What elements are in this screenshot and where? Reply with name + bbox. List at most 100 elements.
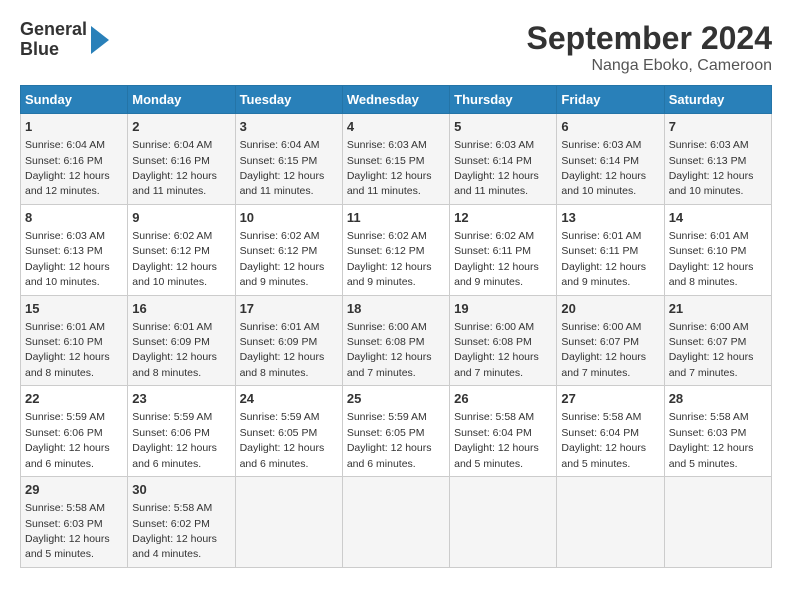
day-number: 11	[347, 209, 445, 227]
day-number: 23	[132, 390, 230, 408]
calendar-day-cell: 22 Sunrise: 5:59 AMSunset: 6:06 PMDayligh…	[21, 386, 128, 477]
calendar-day-cell: 3 Sunrise: 6:04 AMSunset: 6:15 PMDaylight…	[235, 114, 342, 205]
calendar-day-cell	[664, 477, 771, 568]
day-number: 22	[25, 390, 123, 408]
calendar-day-cell	[557, 477, 664, 568]
day-number: 27	[561, 390, 659, 408]
day-number: 13	[561, 209, 659, 227]
day-info: Sunrise: 6:03 AMSunset: 6:14 PMDaylight:…	[454, 139, 539, 197]
day-info: Sunrise: 5:58 AMSunset: 6:03 PMDaylight:…	[669, 411, 754, 469]
calendar-week-row: 8Sunrise: 6:03 AMSunset: 6:13 PMDaylight…	[21, 204, 772, 295]
day-info: Sunrise: 5:58 AMSunset: 6:04 PMDaylight:…	[561, 411, 646, 469]
logo-text: General Blue	[20, 20, 87, 60]
calendar-day-cell	[235, 477, 342, 568]
weekday-header-saturday: Saturday	[664, 86, 771, 114]
day-info: Sunrise: 6:03 AMSunset: 6:13 PMDaylight:…	[669, 139, 754, 197]
day-info: Sunrise: 6:04 AMSunset: 6:15 PMDaylight:…	[240, 139, 325, 197]
day-info: Sunrise: 6:00 AMSunset: 6:07 PMDaylight:…	[561, 321, 646, 379]
calendar-day-cell: 20Sunrise: 6:00 AMSunset: 6:07 PMDayligh…	[557, 295, 664, 386]
logo: General Blue	[20, 20, 109, 60]
calendar-day-cell: 28Sunrise: 5:58 AMSunset: 6:03 PMDayligh…	[664, 386, 771, 477]
calendar-week-row: 29 Sunrise: 5:58 AMSunset: 6:03 PMDayligh…	[21, 477, 772, 568]
logo-line1: General	[20, 20, 87, 40]
day-number: 26	[454, 390, 552, 408]
calendar-day-cell: 13 Sunrise: 6:01 AMSunset: 6:11 PMDayligh…	[557, 204, 664, 295]
day-info: Sunrise: 6:01 AMSunset: 6:10 PMDaylight:…	[669, 230, 754, 288]
weekday-header-wednesday: Wednesday	[342, 86, 449, 114]
day-info: Sunrise: 6:02 AMSunset: 6:12 PMDaylight:…	[347, 230, 432, 288]
calendar-day-cell: 14 Sunrise: 6:01 AMSunset: 6:10 PMDayligh…	[664, 204, 771, 295]
day-info: Sunrise: 5:59 AMSunset: 6:06 PMDaylight:…	[25, 411, 110, 469]
day-info: Sunrise: 5:59 AMSunset: 6:05 PMDaylight:…	[347, 411, 432, 469]
calendar-day-cell: 27 Sunrise: 5:58 AMSunset: 6:04 PMDayligh…	[557, 386, 664, 477]
calendar-day-cell	[342, 477, 449, 568]
calendar-day-cell: 18 Sunrise: 6:00 AMSunset: 6:08 PMDayligh…	[342, 295, 449, 386]
calendar-day-cell: 9 Sunrise: 6:02 AMSunset: 6:12 PMDaylight…	[128, 204, 235, 295]
day-info: Sunrise: 6:03 AMSunset: 6:15 PMDaylight:…	[347, 139, 432, 197]
day-info: Sunrise: 6:01 AMSunset: 6:11 PMDaylight:…	[561, 230, 646, 288]
day-number: 24	[240, 390, 338, 408]
calendar-day-cell: 1 Sunrise: 6:04 AMSunset: 6:16 PMDaylight…	[21, 114, 128, 205]
day-info: Sunrise: 6:01 AMSunset: 6:10 PMDaylight:…	[25, 321, 110, 379]
day-info: Sunrise: 6:04 AMSunset: 6:16 PMDaylight:…	[132, 139, 217, 197]
calendar-table: SundayMondayTuesdayWednesdayThursdayFrid…	[20, 85, 772, 568]
calendar-week-row: 15 Sunrise: 6:01 AMSunset: 6:10 PMDayligh…	[21, 295, 772, 386]
day-info: Sunrise: 6:00 AMSunset: 6:08 PMDaylight:…	[454, 321, 539, 379]
weekday-header-sunday: Sunday	[21, 86, 128, 114]
day-number: 2	[132, 118, 230, 136]
day-info: Sunrise: 5:59 AMSunset: 6:05 PMDaylight:…	[240, 411, 325, 469]
calendar-header: SundayMondayTuesdayWednesdayThursdayFrid…	[21, 86, 772, 114]
calendar-day-cell: 8Sunrise: 6:03 AMSunset: 6:13 PMDaylight…	[21, 204, 128, 295]
weekday-header-thursday: Thursday	[450, 86, 557, 114]
calendar-day-cell	[450, 477, 557, 568]
day-info: Sunrise: 6:02 AMSunset: 6:12 PMDaylight:…	[132, 230, 217, 288]
day-number: 29	[25, 481, 123, 499]
day-number: 10	[240, 209, 338, 227]
day-number: 3	[240, 118, 338, 136]
calendar-day-cell: 29 Sunrise: 5:58 AMSunset: 6:03 PMDayligh…	[21, 477, 128, 568]
day-number: 4	[347, 118, 445, 136]
weekday-header-row: SundayMondayTuesdayWednesdayThursdayFrid…	[21, 86, 772, 114]
day-number: 15	[25, 300, 123, 318]
weekday-header-tuesday: Tuesday	[235, 86, 342, 114]
day-info: Sunrise: 5:58 AMSunset: 6:02 PMDaylight:…	[132, 502, 217, 560]
day-info: Sunrise: 6:01 AMSunset: 6:09 PMDaylight:…	[132, 321, 217, 379]
calendar-day-cell: 17 Sunrise: 6:01 AMSunset: 6:09 PMDayligh…	[235, 295, 342, 386]
calendar-day-cell: 7 Sunrise: 6:03 AMSunset: 6:13 PMDaylight…	[664, 114, 771, 205]
day-number: 14	[669, 209, 767, 227]
calendar-body: 1 Sunrise: 6:04 AMSunset: 6:16 PMDaylight…	[21, 114, 772, 568]
calendar-title: September 2024	[527, 20, 772, 57]
day-number: 9	[132, 209, 230, 227]
day-number: 12	[454, 209, 552, 227]
day-info: Sunrise: 5:58 AMSunset: 6:03 PMDaylight:…	[25, 502, 110, 560]
day-info: Sunrise: 5:58 AMSunset: 6:04 PMDaylight:…	[454, 411, 539, 469]
calendar-day-cell: 15 Sunrise: 6:01 AMSunset: 6:10 PMDayligh…	[21, 295, 128, 386]
day-number: 25	[347, 390, 445, 408]
calendar-day-cell: 5Sunrise: 6:03 AMSunset: 6:14 PMDaylight…	[450, 114, 557, 205]
calendar-day-cell: 10 Sunrise: 6:02 AMSunset: 6:12 PMDayligh…	[235, 204, 342, 295]
day-info: Sunrise: 6:01 AMSunset: 6:09 PMDaylight:…	[240, 321, 325, 379]
weekday-header-friday: Friday	[557, 86, 664, 114]
title-block: September 2024 Nanga Eboko, Cameroon	[527, 20, 772, 75]
day-info: Sunrise: 5:59 AMSunset: 6:06 PMDaylight:…	[132, 411, 217, 469]
day-number: 19	[454, 300, 552, 318]
day-number: 18	[347, 300, 445, 318]
day-number: 7	[669, 118, 767, 136]
calendar-week-row: 22 Sunrise: 5:59 AMSunset: 6:06 PMDayligh…	[21, 386, 772, 477]
page-header: General Blue September 2024 Nanga Eboko,…	[20, 20, 772, 75]
day-info: Sunrise: 6:00 AMSunset: 6:08 PMDaylight:…	[347, 321, 432, 379]
calendar-day-cell: 21Sunrise: 6:00 AMSunset: 6:07 PMDayligh…	[664, 295, 771, 386]
day-number: 6	[561, 118, 659, 136]
day-number: 8	[25, 209, 123, 227]
calendar-day-cell: 19 Sunrise: 6:00 AMSunset: 6:08 PMDayligh…	[450, 295, 557, 386]
weekday-header-monday: Monday	[128, 86, 235, 114]
day-number: 1	[25, 118, 123, 136]
day-info: Sunrise: 6:02 AMSunset: 6:11 PMDaylight:…	[454, 230, 539, 288]
day-info: Sunrise: 6:04 AMSunset: 6:16 PMDaylight:…	[25, 139, 110, 197]
calendar-day-cell: 26 Sunrise: 5:58 AMSunset: 6:04 PMDayligh…	[450, 386, 557, 477]
day-info: Sunrise: 6:00 AMSunset: 6:07 PMDaylight:…	[669, 321, 754, 379]
calendar-day-cell: 12 Sunrise: 6:02 AMSunset: 6:11 PMDayligh…	[450, 204, 557, 295]
day-number: 17	[240, 300, 338, 318]
day-info: Sunrise: 6:02 AMSunset: 6:12 PMDaylight:…	[240, 230, 325, 288]
calendar-day-cell: 2 Sunrise: 6:04 AMSunset: 6:16 PMDaylight…	[128, 114, 235, 205]
